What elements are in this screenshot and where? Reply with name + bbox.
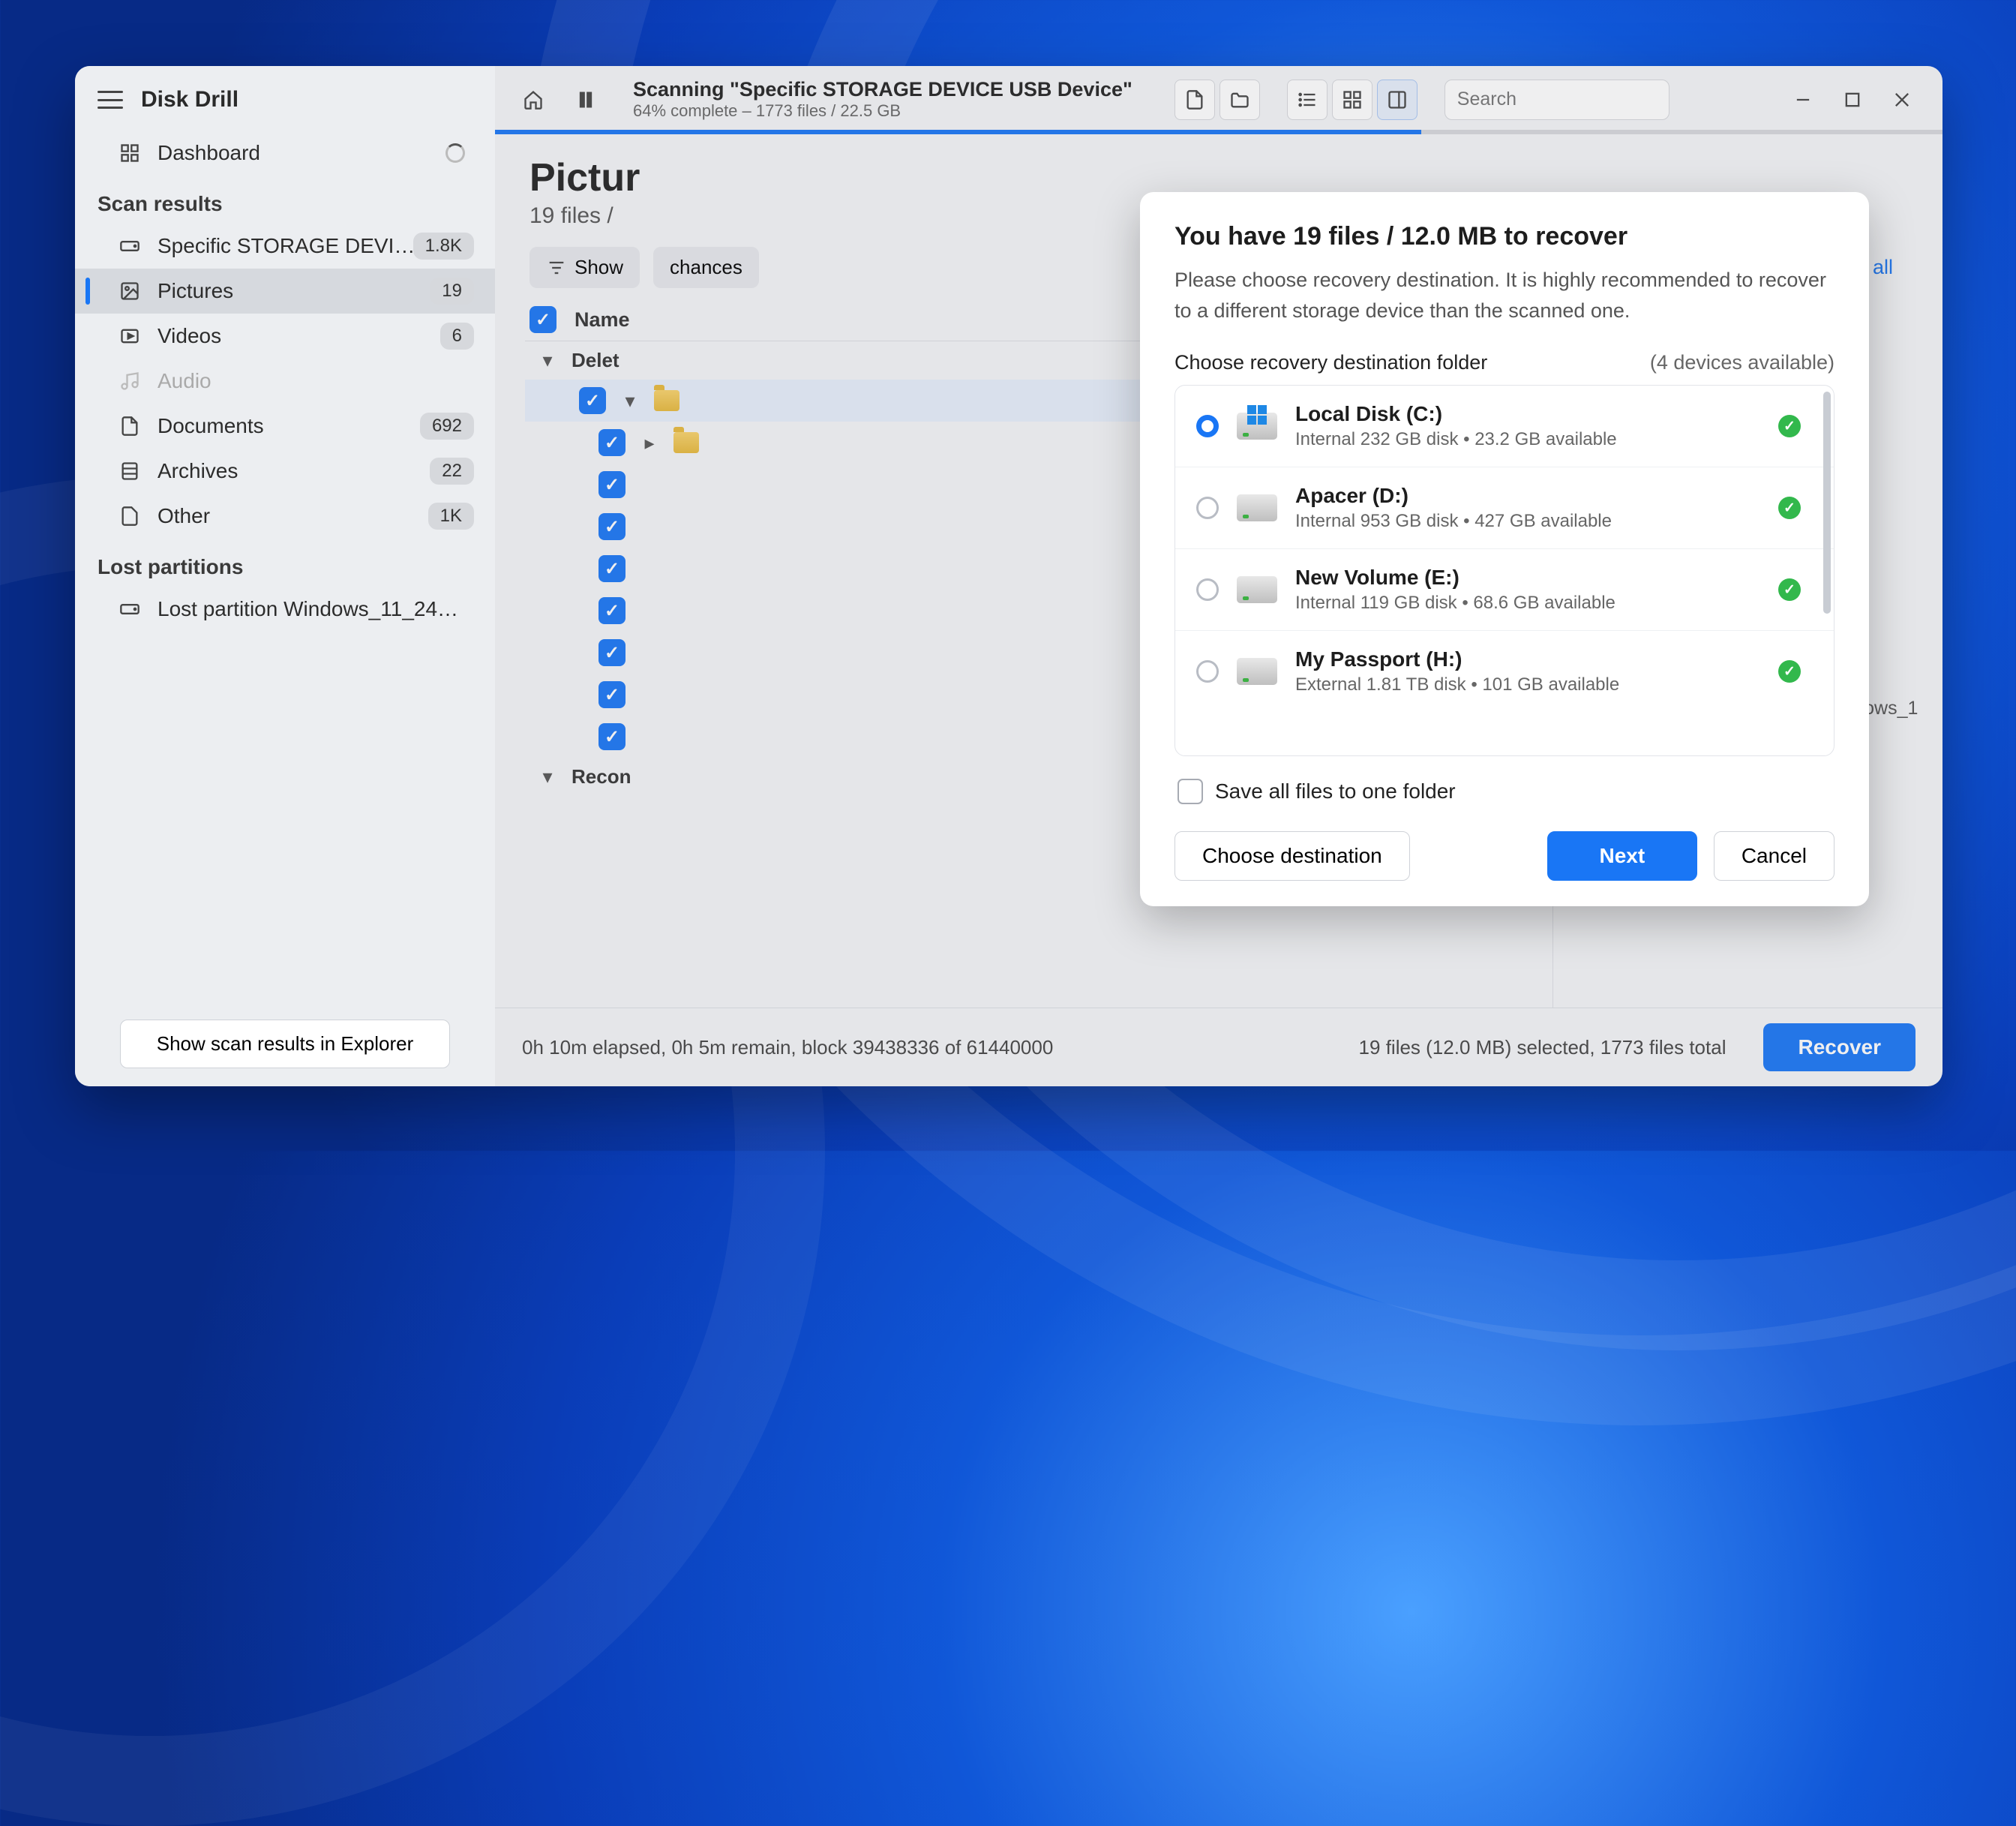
destination-option[interactable]: Apacer (D:) Internal 953 GB disk • 427 GB…	[1175, 467, 1834, 549]
sidebar: Disk Drill Dashboard Scan results Specif…	[75, 66, 495, 1086]
radio-icon	[1196, 660, 1219, 683]
menu-icon[interactable]	[98, 91, 123, 109]
main: Scanning "Specific STORAGE DEVICE USB De…	[495, 66, 1942, 1086]
destination-list: Local Disk (C:) Internal 232 GB disk • 23…	[1174, 385, 1834, 756]
dashboard-icon	[118, 142, 141, 164]
sidebar-dashboard[interactable]: Dashboard	[75, 131, 495, 176]
dest-sub: Internal 232 GB disk • 23.2 GB available	[1295, 429, 1760, 450]
devices-available: (4 devices available)	[1650, 351, 1834, 374]
choose-label: Choose recovery destination folder	[1174, 351, 1487, 374]
dest-sub: Internal 119 GB disk • 68.6 GB available	[1295, 593, 1760, 614]
dest-sub: Internal 953 GB disk • 427 GB available	[1295, 511, 1760, 532]
count-badge: 6	[440, 323, 474, 350]
show-in-explorer-button[interactable]: Show scan results in Explorer	[120, 1020, 450, 1068]
count-badge: 1.8K	[413, 233, 474, 260]
cancel-button[interactable]: Cancel	[1714, 831, 1834, 881]
app-title: Disk Drill	[141, 87, 238, 113]
dest-sub: External 1.81 TB disk • 101 GB available	[1295, 674, 1760, 695]
sidebar-section-scan-results: Scan results	[75, 176, 495, 224]
ok-icon	[1778, 497, 1801, 519]
destination-option[interactable]: My Passport (H:) External 1.81 TB disk • …	[1175, 631, 1834, 755]
drive-icon	[1237, 576, 1277, 603]
dest-name: Local Disk (C:)	[1295, 402, 1760, 426]
lost-partition-label: Lost partition Windows_11_24…	[158, 597, 458, 621]
scrollbar[interactable]	[1823, 392, 1831, 614]
dashboard-label: Dashboard	[158, 141, 260, 165]
sidebar-item-documents[interactable]: Documents692	[75, 404, 495, 449]
sidebar-item-other[interactable]: Other1K	[75, 494, 495, 539]
dest-name: New Volume (E:)	[1295, 566, 1760, 590]
next-button[interactable]: Next	[1547, 831, 1697, 881]
count-badge: 22	[430, 458, 474, 485]
sidebar-item-audio[interactable]: Audio	[75, 359, 495, 404]
drive-icon	[118, 598, 141, 620]
sidebar-item-specific-storage-devi-[interactable]: Specific STORAGE DEVI…1.8K	[75, 224, 495, 269]
drive-icon	[1237, 413, 1277, 440]
category-icon	[118, 235, 141, 257]
recovery-destination-modal: You have 19 files / 12.0 MB to recover P…	[1140, 192, 1869, 906]
count-badge: 692	[420, 413, 474, 440]
ok-icon	[1778, 578, 1801, 601]
ok-icon	[1778, 415, 1801, 437]
destination-option[interactable]: New Volume (E:) Internal 119 GB disk • 68…	[1175, 549, 1834, 631]
radio-icon	[1196, 497, 1219, 519]
dest-name: My Passport (H:)	[1295, 647, 1760, 671]
choose-destination-button[interactable]: Choose destination	[1174, 831, 1410, 881]
count-badge: 19	[430, 278, 474, 305]
drive-icon	[1237, 494, 1277, 521]
dest-name: Apacer (D:)	[1295, 484, 1760, 508]
category-icon	[118, 370, 141, 392]
modal-title: You have 19 files / 12.0 MB to recover	[1174, 222, 1834, 251]
checkbox-icon	[1178, 779, 1203, 804]
drive-icon	[1237, 658, 1277, 685]
ok-icon	[1778, 660, 1801, 683]
sidebar-section-lost-partitions: Lost partitions	[75, 539, 495, 587]
sidebar-lost-partition[interactable]: Lost partition Windows_11_24…	[75, 587, 495, 632]
category-icon	[118, 325, 141, 347]
sidebar-item-archives[interactable]: Archives22	[75, 449, 495, 494]
app-window: Disk Drill Dashboard Scan results Specif…	[75, 66, 1942, 1086]
destination-option[interactable]: Local Disk (C:) Internal 232 GB disk • 23…	[1175, 386, 1834, 467]
category-icon	[118, 415, 141, 437]
sidebar-item-videos[interactable]: Videos6	[75, 314, 495, 359]
category-icon	[118, 280, 141, 302]
sidebar-item-pictures[interactable]: Pictures19	[75, 269, 495, 314]
spinner-icon	[446, 143, 465, 163]
category-icon	[118, 505, 141, 527]
radio-icon	[1196, 415, 1219, 437]
save-to-one-folder-checkbox[interactable]: Save all files to one folder	[1178, 779, 1832, 804]
category-icon	[118, 460, 141, 482]
modal-description: Please choose recovery destination. It i…	[1174, 265, 1834, 326]
count-badge: 1K	[428, 503, 474, 530]
radio-icon	[1196, 578, 1219, 601]
